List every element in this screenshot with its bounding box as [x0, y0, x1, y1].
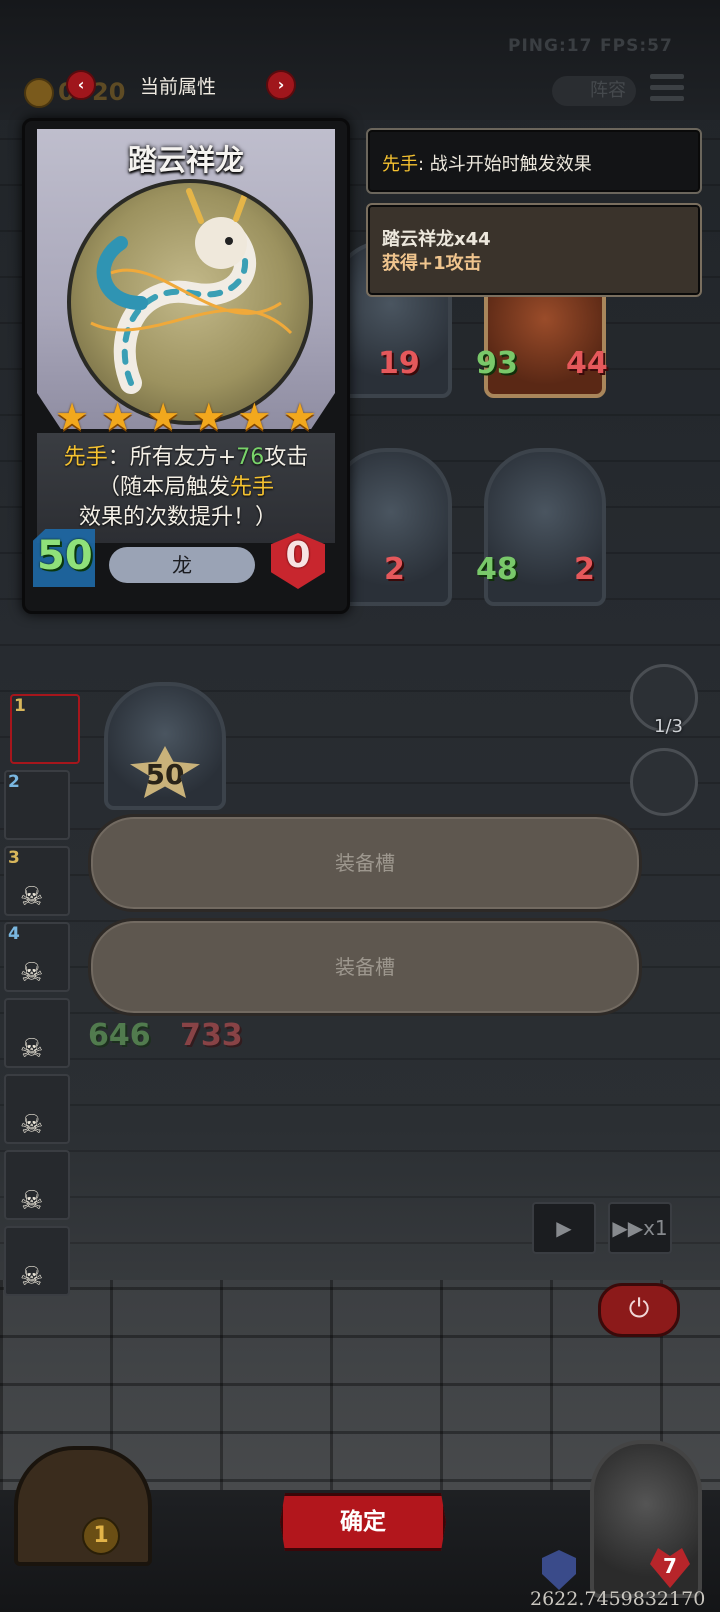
star-icon: ★ — [100, 395, 135, 439]
ghost-hp: 733 — [180, 1018, 243, 1053]
roster-slot[interactable]: 3 ☠ — [4, 846, 70, 916]
ping-readout: PING:17 — [508, 36, 593, 56]
gate-coin: 1 — [82, 1517, 120, 1555]
star-icon: ★ — [146, 395, 181, 439]
skull-icon: ☠ — [20, 1034, 44, 1064]
lineup-button[interactable]: 阵容 — [552, 76, 636, 106]
next-arrow-button[interactable]: › — [266, 70, 296, 100]
skull-icon: ☠ — [20, 1186, 44, 1216]
card-health: 0 — [285, 535, 311, 576]
minion-hp: 2 — [574, 552, 595, 587]
lineup-label: 阵容 — [590, 80, 626, 101]
dragon-portrait — [67, 179, 313, 425]
confirm-button[interactable]: 确定 — [280, 1493, 446, 1551]
minion-attack: 93 — [476, 346, 518, 381]
buff-effect: 获得+1攻击 — [382, 253, 482, 274]
star-icon: ★ — [282, 395, 317, 439]
roster-slot[interactable]: ☠ — [4, 998, 70, 1068]
star-icon: ★ — [237, 395, 272, 439]
roster-slot[interactable]: 2 — [4, 770, 70, 840]
skull-icon: ☠ — [20, 1262, 44, 1292]
power-icon[interactable]: ⏻ — [598, 1283, 680, 1337]
hero-portrait[interactable] — [590, 1440, 702, 1598]
speed-button[interactable]: ▶▶x1 — [608, 1202, 672, 1254]
minion-hp: 44 — [566, 346, 608, 381]
roster-slot[interactable]: ☠ — [4, 1150, 70, 1220]
card-type: 龙 — [109, 547, 255, 583]
tooltip-keyword: 先手 — [382, 154, 418, 175]
score-readout: 2622.7459832170 — [530, 1588, 706, 1610]
card-attack: 50 — [37, 533, 93, 579]
menu-icon[interactable] — [650, 74, 684, 106]
star-rating: ★ ★ ★ ★ ★ ★ — [55, 395, 317, 439]
dragon-icon — [90, 186, 293, 394]
description-line-2: （随本局触发先手 — [97, 475, 275, 500]
skull-icon: ☠ — [20, 1110, 44, 1140]
play-button[interactable]: ▶ — [532, 1202, 596, 1254]
coin-max: 20 — [92, 78, 126, 106]
description-line-3: 效果的次数提升！） — [78, 505, 277, 530]
star-icon: ★ — [55, 395, 90, 439]
round-skill-button[interactable] — [630, 748, 698, 816]
skull-icon: ☠ — [20, 958, 44, 988]
ghost-attack: 646 — [88, 1018, 151, 1053]
minion-attack: 48 — [476, 552, 518, 587]
description-line-1: 先手：所有友方+76攻击 — [63, 445, 309, 470]
hero-card[interactable]: 踏云祥龙 ★ ★ ★ ★ ★ ★ 先手：所有友方+76攻击 （随本局触发先手 效… — [22, 118, 350, 614]
star-icon: ★ — [191, 395, 226, 439]
equipment-slot-1[interactable]: 装备槽 — [88, 814, 642, 912]
keyword-tooltip: 先手: 战斗开始时触发效果 — [366, 128, 702, 194]
roster-slot[interactable]: ☠ — [4, 1074, 70, 1144]
fps-readout: FPS:57 — [600, 36, 673, 56]
prev-arrow-button[interactable]: ‹ — [66, 70, 96, 100]
roster-slot[interactable]: 4 ☠ — [4, 922, 70, 992]
buff-source: 踏云祥龙x44 — [382, 229, 491, 250]
tooltip-text: : 战斗开始时触发效果 — [418, 154, 592, 175]
equipment-slot-2[interactable]: 装备槽 — [88, 918, 642, 1016]
skull-icon: ☠ — [20, 882, 44, 912]
roster-slot[interactable]: ☠ — [4, 1226, 70, 1296]
ability-counter: 1/3 — [654, 716, 683, 737]
minion-hp: 19 — [378, 346, 420, 381]
attribute-title: 当前属性 — [140, 76, 217, 98]
coin-icon — [24, 78, 54, 108]
card-name: 踏云祥龙 — [127, 143, 244, 177]
dungeon-gate — [14, 1446, 152, 1566]
minion-hp: 2 — [384, 552, 405, 587]
buff-tooltip: 踏云祥龙x44 获得+1攻击 — [366, 203, 702, 297]
roster-slot[interactable]: 1 — [10, 694, 80, 764]
